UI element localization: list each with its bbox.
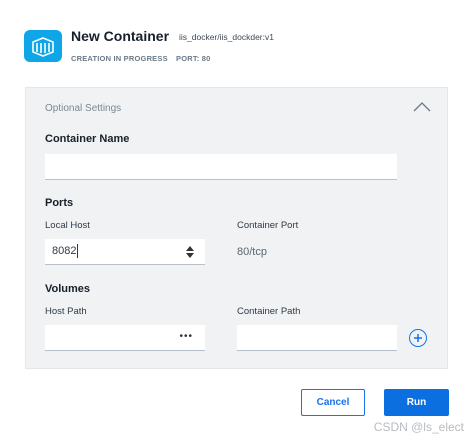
run-button[interactable]: Run xyxy=(384,389,449,416)
local-host-value: 8082 xyxy=(52,245,77,257)
container-name-input[interactable] xyxy=(45,154,397,180)
status-badge: CREATION IN PROGRESS xyxy=(71,54,168,63)
browse-button[interactable]: ••• xyxy=(179,332,193,342)
page-title: New Container xyxy=(71,28,170,44)
host-path-field: ••• xyxy=(45,325,205,351)
ports-label: Ports xyxy=(45,197,74,209)
collapse-button[interactable] xyxy=(410,98,434,116)
container-port-value: 80/tcp xyxy=(237,246,267,258)
chevron-up-icon xyxy=(413,102,431,112)
plus-circle-icon xyxy=(414,334,422,342)
optional-settings-label: Optional Settings xyxy=(45,103,122,114)
container-name-label: Container Name xyxy=(45,133,130,145)
volumes-label: Volumes xyxy=(45,283,91,295)
container-path-label: Container Path xyxy=(237,306,301,317)
cancel-button[interactable]: Cancel xyxy=(301,389,365,416)
container-port-label: Container Port xyxy=(237,220,299,231)
host-path-label: Host Path xyxy=(45,306,87,317)
add-volume-button[interactable] xyxy=(409,329,427,347)
docker-container-icon xyxy=(24,30,62,62)
image-name: iis_docker/iis_dockder:v1 xyxy=(179,32,274,42)
port-info: PORT: 80 xyxy=(176,54,211,63)
local-host-input[interactable]: 8082 xyxy=(45,239,205,265)
container-path-input[interactable] xyxy=(237,325,397,351)
local-host-label: Local Host xyxy=(45,220,90,231)
spinner-arrows-icon[interactable] xyxy=(185,244,195,260)
watermark: CSDN @ls_elect xyxy=(373,420,464,434)
text-caret xyxy=(77,244,78,258)
